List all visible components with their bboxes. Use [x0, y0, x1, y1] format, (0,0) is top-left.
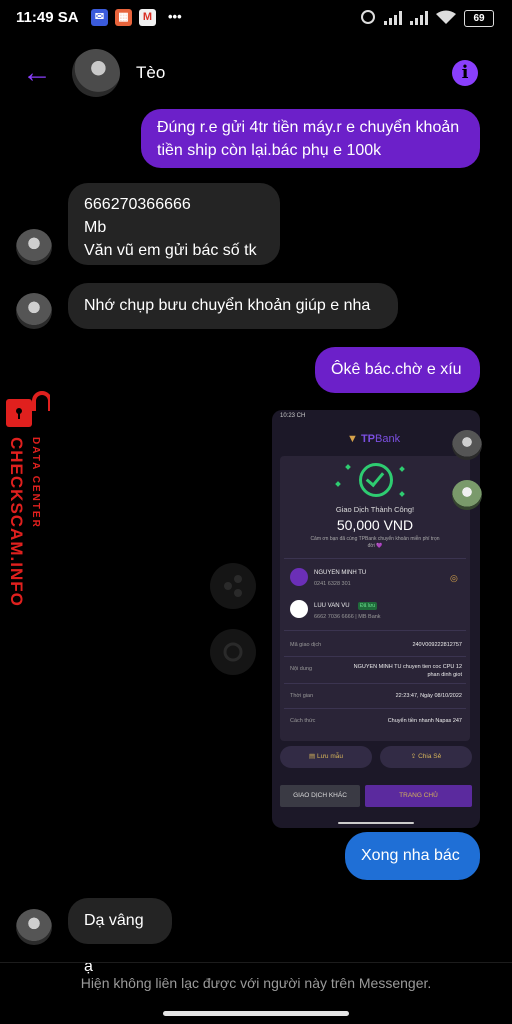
- message-text: Đúng r.e gửi 4tr tiền máy.r e chuyển kho…: [157, 119, 460, 159]
- more-notifications-icon: •••: [168, 9, 182, 24]
- success-title: Giao Dịch Thành Công!: [335, 505, 415, 514]
- divider: [284, 683, 466, 684]
- wifi-icon: [436, 10, 456, 24]
- time-label: Thời gian: [290, 693, 314, 699]
- divider: [284, 656, 466, 657]
- method-label: Cách thức: [290, 718, 316, 724]
- share-icon: [224, 575, 242, 597]
- seen-avatar: [452, 430, 482, 460]
- share-icon: ⇪: [410, 753, 417, 760]
- signal-icon-1: [384, 11, 402, 25]
- thanks-note: Cảm ơn bạn đã cùng TPBank chuyển khoản m…: [310, 536, 440, 549]
- download-image-button[interactable]: [210, 629, 256, 675]
- saved-badge: Đã lưu: [358, 602, 378, 610]
- contact-name[interactable]: Tèo: [136, 63, 165, 83]
- watermark-subtitle: DATA CENTER: [30, 437, 41, 529]
- divider: [284, 558, 466, 559]
- content-value: NGUYEN MINH TU chuyen tien coc CPU 12 ph…: [353, 664, 462, 678]
- receiver-bank-icon: [290, 600, 308, 618]
- sender-account: 0241 6328 301: [314, 581, 351, 587]
- message-incoming-2[interactable]: 666270366666 Mb Văn vũ em gửi bác số tk: [68, 183, 280, 265]
- sender-avatar[interactable]: [16, 909, 52, 945]
- share-image-button[interactable]: [210, 563, 256, 609]
- save-template-icon: ▤: [308, 753, 316, 760]
- unavailable-notice: Hiện không liên lạc được với người này t…: [80, 975, 432, 991]
- signal-icon-2: [410, 11, 428, 25]
- receipt-home-indicator: [338, 822, 414, 824]
- battery-level: 69: [473, 13, 485, 24]
- alarm-icon: [361, 10, 375, 24]
- home-indicator[interactable]: [163, 1011, 349, 1016]
- sender-bank-icon: [290, 568, 308, 586]
- status-time: 11:49 SA: [16, 9, 79, 26]
- sender-name: NGUYEN MINH TU: [314, 570, 367, 576]
- time-value: 22:23:47, Ngày 08/10/2022: [395, 693, 462, 699]
- lock-icon: [6, 391, 50, 427]
- back-arrow-icon[interactable]: ←: [22, 58, 52, 88]
- battery-icon: 69: [464, 10, 494, 27]
- info-icon[interactable]: i: [452, 60, 478, 86]
- amount: 50,000 VND: [336, 517, 414, 533]
- save-template-button[interactable]: ▤ Lưu mẫu: [280, 746, 372, 768]
- share-receipt-button[interactable]: ⇪ Chia Sẻ: [380, 746, 472, 768]
- tpbank-logo: ▼ TPBank: [347, 433, 401, 445]
- message-text: Ôkê bác.chờ e xíu: [331, 361, 462, 378]
- other-transaction-button[interactable]: GIAO DỊCH KHÁC: [280, 785, 360, 807]
- shared-receipt-image[interactable]: 10:23 CH ▼ TPBank Giao Dịch Thành Công! …: [272, 410, 480, 828]
- footer-divider: [0, 962, 512, 963]
- message-text: Nhớ chụp bưu chuyển khoản giúp e nha: [84, 297, 371, 314]
- message-text: Văn vũ em gửi bác số tk: [84, 242, 257, 259]
- gmail-icon: M: [139, 9, 156, 26]
- message-outgoing-1[interactable]: Đúng r.e gửi 4tr tiền máy.r e chuyển kho…: [141, 109, 480, 168]
- sender-avatar[interactable]: [16, 229, 52, 265]
- divider: [284, 708, 466, 709]
- message-outgoing-4[interactable]: Ôkê bác.chờ e xíu: [315, 347, 480, 393]
- message-text: Dạ vâng ạ: [84, 912, 144, 975]
- transaction-id-value: 240V009222812757: [412, 642, 462, 648]
- transaction-id-label: Mã giao dịch: [290, 642, 322, 648]
- receiver-name: LUU VAN VU: [314, 603, 350, 609]
- messenger-icon: ✉: [91, 9, 108, 26]
- message-text: Xong nha bác: [361, 847, 460, 864]
- success-check-icon: [359, 463, 393, 497]
- home-button[interactable]: TRANG CHỦ: [365, 785, 472, 807]
- receipt-status-time: 10:23 CH: [280, 413, 306, 419]
- watermark-brand: CHECKSCAM.INFO: [7, 437, 26, 607]
- receiver-account: 6662 7036 6666 | MB Bank: [314, 614, 381, 620]
- seen-avatar: [452, 480, 482, 510]
- sender-avatar[interactable]: [16, 293, 52, 329]
- message-incoming-6[interactable]: Dạ vâng ạ: [68, 898, 172, 975]
- status-bar: 11:49 SA ✉ ▦ M ••• 69: [0, 0, 512, 36]
- save-icon: [223, 642, 243, 662]
- message-text-account-number: 666270366666: [84, 196, 191, 213]
- hide-eye-icon[interactable]: ◎: [450, 573, 458, 584]
- contact-avatar[interactable]: [72, 49, 120, 97]
- message-outgoing-5[interactable]: Xong nha bác: [345, 832, 480, 880]
- share-label: Chia Sẻ: [418, 753, 442, 760]
- message-text-bank: Mb: [84, 219, 107, 236]
- message-incoming-3[interactable]: Nhớ chụp bưu chuyển khoản giúp e nha: [68, 283, 398, 329]
- save-template-label: Lưu mẫu: [316, 753, 343, 760]
- content-label: Nội dung: [290, 666, 313, 672]
- method-value: Chuyển tiền nhanh Napas 247: [387, 718, 462, 724]
- divider: [284, 630, 466, 631]
- calendar-icon: ▦: [115, 9, 132, 26]
